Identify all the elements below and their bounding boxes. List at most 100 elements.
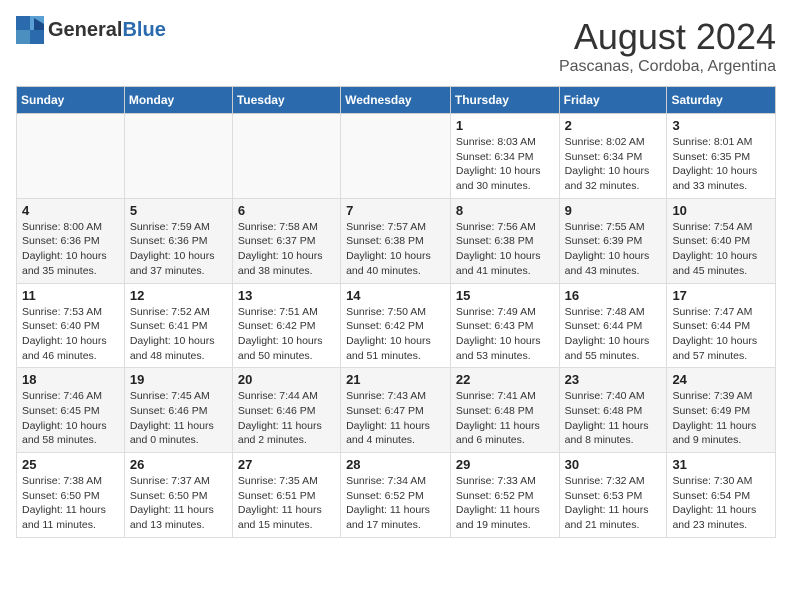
day-number: 14 xyxy=(346,288,445,303)
day-info: Sunrise: 7:40 AM Sunset: 6:48 PM Dayligh… xyxy=(565,389,662,448)
day-number: 17 xyxy=(672,288,770,303)
calendar-cell xyxy=(232,114,340,199)
day-info: Sunrise: 7:34 AM Sunset: 6:52 PM Dayligh… xyxy=(346,474,445,533)
calendar-cell: 30Sunrise: 7:32 AM Sunset: 6:53 PM Dayli… xyxy=(559,453,667,538)
day-number: 2 xyxy=(565,118,662,133)
day-number: 4 xyxy=(22,203,119,218)
day-number: 31 xyxy=(672,457,770,472)
day-info: Sunrise: 8:03 AM Sunset: 6:34 PM Dayligh… xyxy=(456,135,554,194)
logo-general-text: General xyxy=(48,19,122,41)
day-info: Sunrise: 7:35 AM Sunset: 6:51 PM Dayligh… xyxy=(238,474,335,533)
day-number: 26 xyxy=(130,457,227,472)
logo: GeneralBlue xyxy=(16,16,166,44)
day-info: Sunrise: 7:37 AM Sunset: 6:50 PM Dayligh… xyxy=(130,474,227,533)
calendar-cell: 9 Sunrise: 7:55 AM Sunset: 6:39 PM Daylig… xyxy=(559,198,667,283)
day-info: Sunrise: 7:54 AM Sunset: 6:40 PM Dayligh… xyxy=(672,220,770,279)
day-number: 22 xyxy=(456,372,554,387)
day-info: Sunrise: 7:55 AM Sunset: 6:39 PM Dayligh… xyxy=(565,220,662,279)
day-info: Sunrise: 7:41 AM Sunset: 6:48 PM Dayligh… xyxy=(456,389,554,448)
day-number: 27 xyxy=(238,457,335,472)
day-info: Sunrise: 7:43 AM Sunset: 6:47 PM Dayligh… xyxy=(346,389,445,448)
day-number: 8 xyxy=(456,203,554,218)
calendar-cell: 23 Sunrise: 7:40 AM Sunset: 6:48 PM Dayli… xyxy=(559,368,667,453)
subtitle: Pascanas, Cordoba, Argentina xyxy=(559,58,776,76)
day-number: 23 xyxy=(565,372,662,387)
day-info: Sunrise: 7:48 AM Sunset: 6:44 PM Dayligh… xyxy=(565,305,662,364)
day-info: Sunrise: 7:47 AM Sunset: 6:44 PM Dayligh… xyxy=(672,305,770,364)
day-number: 13 xyxy=(238,288,335,303)
day-number: 20 xyxy=(238,372,335,387)
day-info: Sunrise: 7:46 AM Sunset: 6:45 PM Dayligh… xyxy=(22,389,119,448)
day-number: 21 xyxy=(346,372,445,387)
day-info: Sunrise: 7:57 AM Sunset: 6:38 PM Dayligh… xyxy=(346,220,445,279)
calendar-week-4: 18 Sunrise: 7:46 AM Sunset: 6:45 PM Dayli… xyxy=(17,368,776,453)
col-header-tuesday: Tuesday xyxy=(232,87,340,114)
day-info: Sunrise: 8:02 AM Sunset: 6:34 PM Dayligh… xyxy=(565,135,662,194)
title-area: August 2024 Pascanas, Cordoba, Argentina xyxy=(559,16,776,76)
day-info: Sunrise: 7:51 AM Sunset: 6:42 PM Dayligh… xyxy=(238,305,335,364)
day-number: 7 xyxy=(346,203,445,218)
main-title: August 2024 xyxy=(559,16,776,58)
calendar-cell: 28 Sunrise: 7:34 AM Sunset: 6:52 PM Dayli… xyxy=(341,453,451,538)
col-header-wednesday: Wednesday xyxy=(341,87,451,114)
calendar-cell: 6Sunrise: 7:58 AM Sunset: 6:37 PM Daylig… xyxy=(232,198,340,283)
day-number: 24 xyxy=(672,372,770,387)
day-number: 11 xyxy=(22,288,119,303)
calendar-cell xyxy=(124,114,232,199)
calendar-cell: 4Sunrise: 8:00 AM Sunset: 6:36 PM Daylig… xyxy=(17,198,125,283)
calendar-cell: 31 Sunrise: 7:30 AM Sunset: 6:54 PM Dayli… xyxy=(667,453,776,538)
calendar-cell: 11 Sunrise: 7:53 AM Sunset: 6:40 PM Dayli… xyxy=(17,283,125,368)
day-info: Sunrise: 7:49 AM Sunset: 6:43 PM Dayligh… xyxy=(456,305,554,364)
day-info: Sunrise: 7:45 AM Sunset: 6:46 PM Dayligh… xyxy=(130,389,227,448)
calendar-cell: 29Sunrise: 7:33 AM Sunset: 6:52 PM Dayli… xyxy=(450,453,559,538)
logo-blue-text: Blue xyxy=(122,19,165,41)
day-info: Sunrise: 7:52 AM Sunset: 6:41 PM Dayligh… xyxy=(130,305,227,364)
day-info: Sunrise: 8:01 AM Sunset: 6:35 PM Dayligh… xyxy=(672,135,770,194)
day-number: 28 xyxy=(346,457,445,472)
calendar-cell: 3 Sunrise: 8:01 AM Sunset: 6:35 PM Daylig… xyxy=(667,114,776,199)
calendar-cell: 19 Sunrise: 7:45 AM Sunset: 6:46 PM Dayli… xyxy=(124,368,232,453)
day-info: Sunrise: 7:44 AM Sunset: 6:46 PM Dayligh… xyxy=(238,389,335,448)
calendar-cell: 14 Sunrise: 7:50 AM Sunset: 6:42 PM Dayli… xyxy=(341,283,451,368)
day-number: 12 xyxy=(130,288,227,303)
calendar-cell: 25Sunrise: 7:38 AM Sunset: 6:50 PM Dayli… xyxy=(17,453,125,538)
day-number: 19 xyxy=(130,372,227,387)
calendar-cell: 12 Sunrise: 7:52 AM Sunset: 6:41 PM Dayli… xyxy=(124,283,232,368)
calendar-cell: 15 Sunrise: 7:49 AM Sunset: 6:43 PM Dayli… xyxy=(450,283,559,368)
calendar-cell: 1 Sunrise: 8:03 AM Sunset: 6:34 PM Daylig… xyxy=(450,114,559,199)
calendar-cell: 8 Sunrise: 7:56 AM Sunset: 6:38 PM Daylig… xyxy=(450,198,559,283)
col-header-sunday: Sunday xyxy=(17,87,125,114)
calendar-cell: 13 Sunrise: 7:51 AM Sunset: 6:42 PM Dayli… xyxy=(232,283,340,368)
day-number: 18 xyxy=(22,372,119,387)
col-header-saturday: Saturday xyxy=(667,87,776,114)
day-info: Sunrise: 7:50 AM Sunset: 6:42 PM Dayligh… xyxy=(346,305,445,364)
calendar-cell: 22 Sunrise: 7:41 AM Sunset: 6:48 PM Dayli… xyxy=(450,368,559,453)
calendar-table: SundayMondayTuesdayWednesdayThursdayFrid… xyxy=(16,86,776,538)
col-header-friday: Friday xyxy=(559,87,667,114)
day-number: 3 xyxy=(672,118,770,133)
day-info: Sunrise: 7:53 AM Sunset: 6:40 PM Dayligh… xyxy=(22,305,119,364)
calendar-week-2: 4Sunrise: 8:00 AM Sunset: 6:36 PM Daylig… xyxy=(17,198,776,283)
day-number: 9 xyxy=(565,203,662,218)
calendar-header: SundayMondayTuesdayWednesdayThursdayFrid… xyxy=(17,87,776,114)
calendar-week-1: 1 Sunrise: 8:03 AM Sunset: 6:34 PM Daylig… xyxy=(17,114,776,199)
day-info: Sunrise: 7:32 AM Sunset: 6:53 PM Dayligh… xyxy=(565,474,662,533)
calendar-body: 1 Sunrise: 8:03 AM Sunset: 6:34 PM Daylig… xyxy=(17,114,776,538)
day-number: 1 xyxy=(456,118,554,133)
day-number: 25 xyxy=(22,457,119,472)
calendar-week-3: 11 Sunrise: 7:53 AM Sunset: 6:40 PM Dayli… xyxy=(17,283,776,368)
col-header-thursday: Thursday xyxy=(450,87,559,114)
page-header: GeneralBlue August 2024 Pascanas, Cordob… xyxy=(16,16,776,76)
day-info: Sunrise: 7:39 AM Sunset: 6:49 PM Dayligh… xyxy=(672,389,770,448)
header-row: SundayMondayTuesdayWednesdayThursdayFrid… xyxy=(17,87,776,114)
calendar-cell: 20 Sunrise: 7:44 AM Sunset: 6:46 PM Dayli… xyxy=(232,368,340,453)
day-info: Sunrise: 7:30 AM Sunset: 6:54 PM Dayligh… xyxy=(672,474,770,533)
calendar-cell: 10Sunrise: 7:54 AM Sunset: 6:40 PM Dayli… xyxy=(667,198,776,283)
calendar-cell: 17 Sunrise: 7:47 AM Sunset: 6:44 PM Dayli… xyxy=(667,283,776,368)
day-number: 16 xyxy=(565,288,662,303)
day-number: 15 xyxy=(456,288,554,303)
logo-icon xyxy=(16,16,44,44)
day-info: Sunrise: 7:56 AM Sunset: 6:38 PM Dayligh… xyxy=(456,220,554,279)
calendar-cell: 21 Sunrise: 7:43 AM Sunset: 6:47 PM Dayli… xyxy=(341,368,451,453)
day-number: 6 xyxy=(238,203,335,218)
